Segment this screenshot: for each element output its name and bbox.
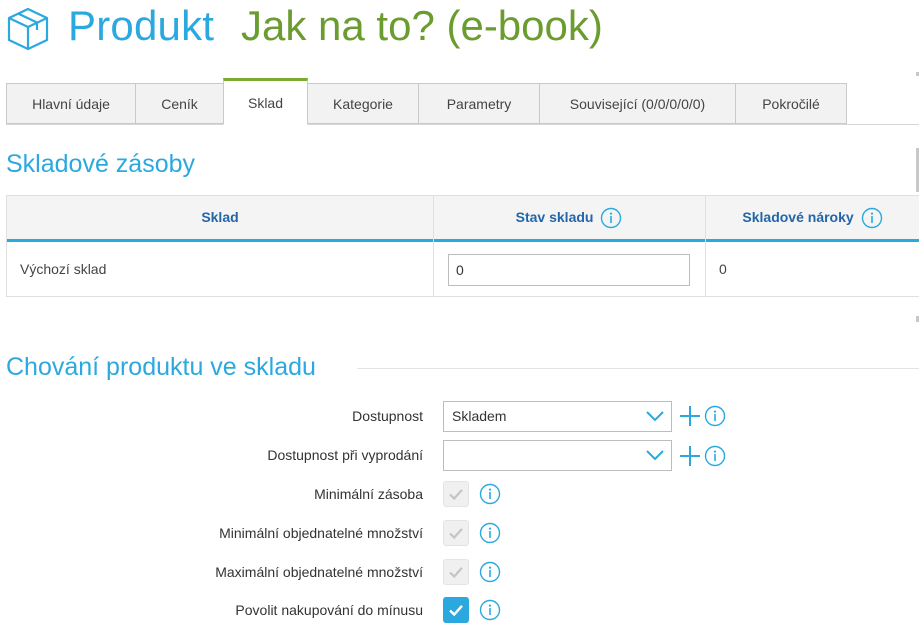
info-icon[interactable] — [479, 483, 501, 505]
info-icon[interactable] — [479, 599, 501, 621]
table-header: Sklad Stav skladu Skladové nároky — [7, 196, 919, 242]
warehouse-name: Výchozí sklad — [20, 261, 107, 277]
column-header-warehouse: Sklad — [7, 196, 433, 239]
column-divider — [705, 196, 706, 296]
box-icon — [7, 7, 49, 51]
info-icon[interactable] — [861, 207, 883, 229]
tab-parametry[interactable]: Parametry — [418, 83, 540, 124]
info-icon[interactable] — [479, 522, 501, 544]
max-order-quantity-label: Maximální objednatelné množství — [215, 564, 423, 580]
min-stock-checkbox[interactable] — [443, 481, 469, 507]
availability-selected-value: Skladem — [452, 408, 507, 424]
availability-select[interactable]: Skladem — [443, 401, 672, 432]
chevron-down-icon — [646, 411, 664, 422]
checkmark-icon — [449, 528, 463, 540]
tab-kategorie[interactable]: Kategorie — [307, 83, 419, 124]
section-title-stock: Skladové zásoby — [6, 150, 196, 178]
allow-negative-stock-label: Povolit nakupování do mínusu — [235, 602, 423, 618]
plus-icon[interactable] — [679, 405, 701, 427]
min-stock-label: Minimální zásoba — [314, 486, 423, 502]
info-icon[interactable] — [479, 561, 501, 583]
info-icon[interactable] — [600, 207, 622, 229]
stock-amount-input[interactable] — [448, 254, 690, 286]
product-name: Jak na to? (e-book) — [241, 2, 603, 49]
section-title-behavior: Chování produktu ve skladu — [6, 353, 316, 381]
tab-sklad[interactable]: Sklad — [223, 78, 308, 125]
min-order-quantity-checkbox[interactable] — [443, 520, 469, 546]
allow-negative-stock-checkbox[interactable] — [443, 597, 469, 623]
chevron-down-icon — [646, 450, 664, 461]
availability-sold-out-label: Dostupnost při vyprodání — [267, 447, 423, 463]
column-header-label: Skladové nároky — [742, 209, 854, 225]
tab-cenik[interactable]: Ceník — [135, 83, 224, 124]
info-icon[interactable] — [704, 445, 726, 467]
column-header-stock-state: Stav skladu — [433, 196, 705, 239]
min-order-quantity-label: Minimální objednatelné množství — [219, 525, 423, 541]
tab-bar: Hlavní údaje Ceník Sklad Kategorie Param… — [6, 78, 919, 125]
availability-label: Dostupnost — [352, 408, 423, 424]
section-divider — [357, 368, 919, 369]
plus-icon[interactable] — [679, 445, 701, 467]
tab-souvisejici[interactable]: Související (0/0/0/0/0) — [539, 83, 736, 124]
column-header-stock-claims: Skladové nároky — [705, 196, 919, 239]
column-header-label: Stav skladu — [515, 209, 594, 225]
info-icon[interactable] — [704, 405, 726, 427]
column-divider — [433, 196, 434, 296]
tab-hlavni-udaje[interactable]: Hlavní údaje — [6, 83, 136, 124]
stock-claims-value: 0 — [719, 261, 727, 277]
max-order-quantity-checkbox[interactable] — [443, 559, 469, 585]
column-header-label: Sklad — [201, 209, 239, 225]
page-title: Produkt — [68, 2, 215, 49]
availability-sold-out-select[interactable] — [443, 440, 672, 471]
checkmark-icon — [449, 567, 463, 579]
tab-pokrocile[interactable]: Pokročilé — [735, 83, 847, 124]
stock-table: Sklad Stav skladu Skladové nároky Výchoz… — [6, 195, 919, 297]
checkmark-icon — [449, 489, 463, 501]
checkmark-icon — [449, 604, 463, 617]
